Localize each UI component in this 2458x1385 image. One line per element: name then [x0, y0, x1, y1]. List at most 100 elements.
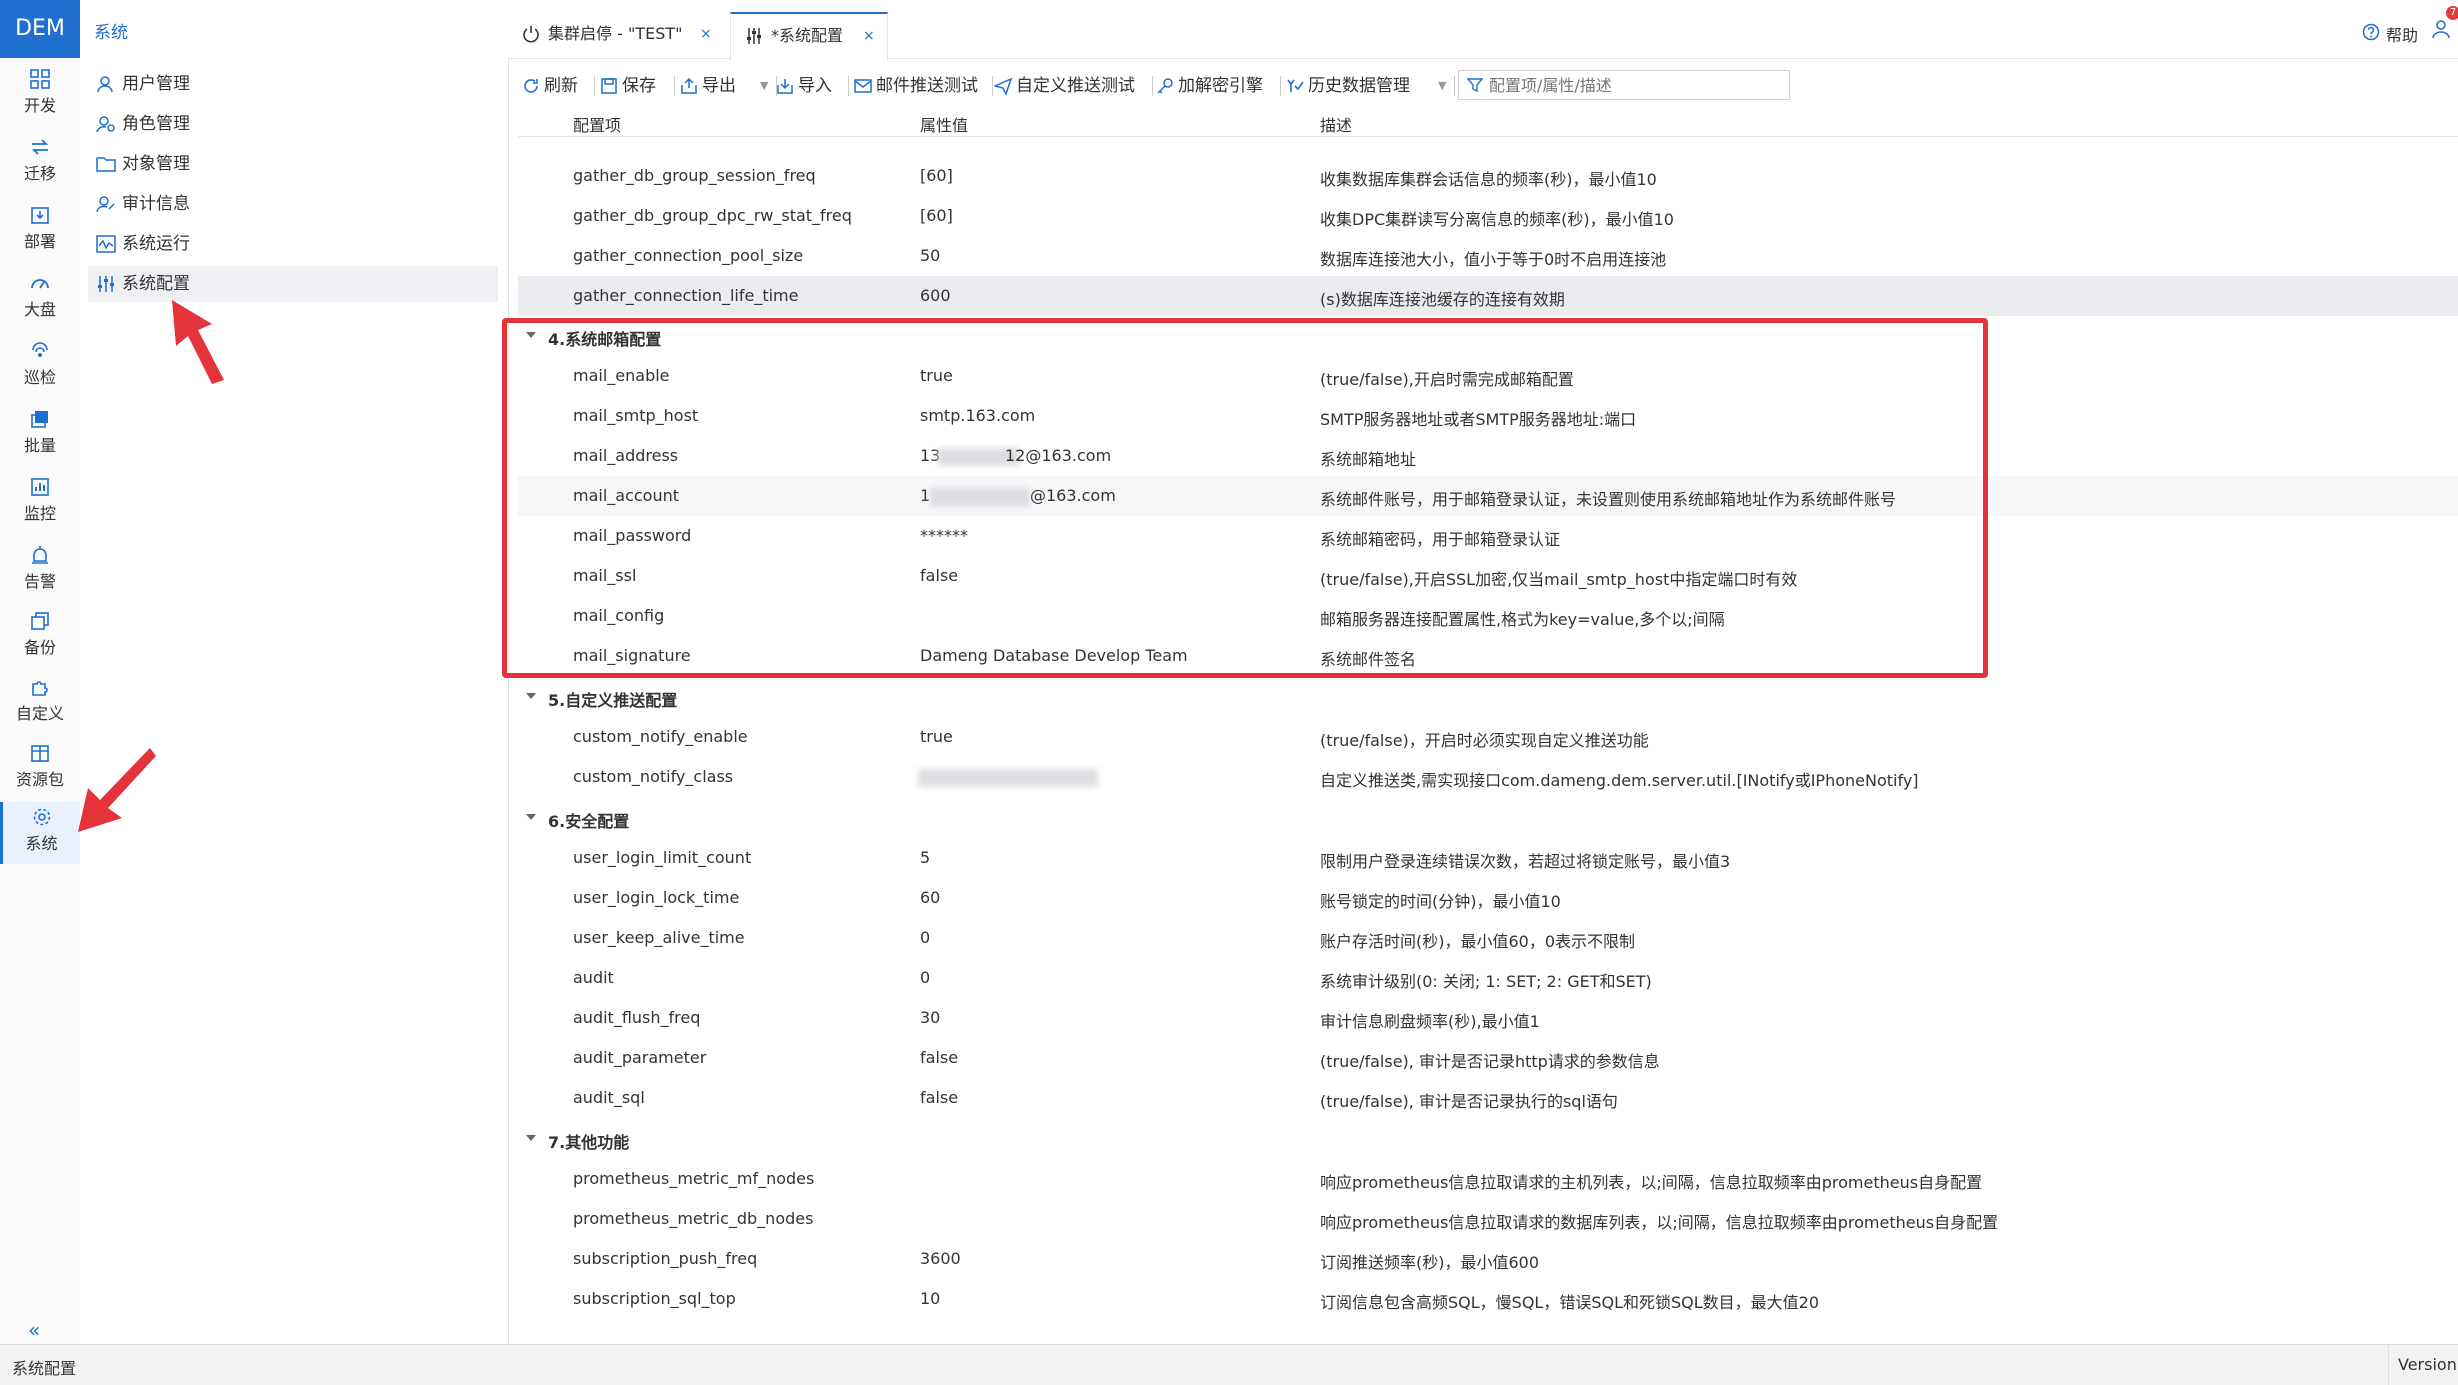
cell-value[interactable]: 50: [920, 246, 940, 265]
cell-value[interactable]: 0: [920, 928, 930, 947]
cell-description: SMTP服务器地址或者SMTP服务器地址:端口: [1320, 410, 1637, 429]
tab-cluster-start-stop[interactable]: 集群启停 - "TEST" ×: [508, 12, 728, 58]
group-header-mail[interactable]: 4.系统邮箱配置: [518, 316, 2458, 356]
cell-value[interactable]: false: [920, 566, 958, 585]
table-row[interactable]: audit_flush_freq 30 审计信息刷盘频率(秒),最小值1: [518, 998, 2458, 1038]
cell-value[interactable]: Dameng Database Develop Team: [920, 646, 1188, 665]
table-row[interactable]: gather_db_group_session_freq [60] 收集数据库集…: [518, 156, 2458, 196]
help-button[interactable]: 帮助: [2362, 22, 2422, 45]
table-row[interactable]: prometheus_metric_mf_nodes 响应prometheus信…: [518, 1159, 2458, 1199]
cell-value[interactable]: 10: [920, 1289, 940, 1308]
rail-item-monitor[interactable]: 监控: [0, 472, 80, 534]
table-row[interactable]: user_login_limit_count 5 限制用户登录连续错误次数，若超…: [518, 838, 2458, 878]
rail-item-inspect[interactable]: 巡检: [0, 336, 80, 398]
collapse-rail-button[interactable]: «: [28, 1318, 40, 1342]
rail-item-deploy[interactable]: 部署: [0, 200, 80, 262]
table-row[interactable]: audit_sql false (true/false), 审计是否记录执行的s…: [518, 1078, 2458, 1118]
tab-close-button[interactable]: ×: [700, 12, 712, 56]
rail-item-dev[interactable]: 开发: [0, 64, 80, 126]
cell-value[interactable]: false: [920, 1048, 958, 1067]
table-row[interactable]: mail_ssl false (true/false),开启SSL加密,仅当ma…: [518, 556, 2458, 596]
cell-key: user_keep_alive_time: [573, 928, 745, 947]
cell-value[interactable]: 600: [920, 286, 951, 305]
table-row[interactable]: mail_address 13 12@163.com 系统邮箱地址: [518, 436, 2458, 476]
group-header-security[interactable]: 6.安全配置: [518, 798, 2458, 838]
table-row[interactable]: mail_config 邮箱服务器连接配置属性,格式为key=value,多个以…: [518, 596, 2458, 636]
cell-description: 收集数据库集群会话信息的频率(秒)，最小值10: [1320, 170, 1657, 189]
table-row[interactable]: gather_connection_pool_size 50 数据库连接池大小，…: [518, 236, 2458, 276]
subnav-item-objects[interactable]: 对象管理: [88, 146, 498, 182]
subnav-item-label: 角色管理: [122, 114, 190, 134]
cell-value[interactable]: 0: [920, 968, 930, 987]
cell-value[interactable]: 5: [920, 848, 930, 867]
config-grid: gather_db_group_session_freq [60] 收集数据库集…: [518, 136, 2458, 1340]
table-row[interactable]: mail_account 1 @163.com 系统邮件账号，用于邮箱登录认证，…: [518, 476, 2458, 516]
rail-item-label: 系统: [25, 834, 58, 853]
subnav-item-runtime[interactable]: 系统运行: [88, 226, 498, 262]
rail-item-label: 批量: [23, 436, 56, 455]
rail-item-custom[interactable]: 自定义: [0, 672, 80, 734]
cell-key: mail_signature: [573, 646, 691, 665]
column-header-key[interactable]: 配置项: [573, 112, 621, 136]
column-header-value[interactable]: 属性值: [920, 112, 968, 136]
subnav-item-roles[interactable]: 角色管理: [88, 106, 498, 142]
table-row[interactable]: subscription_push_freq 3600 订阅推送频率(秒)，最小…: [518, 1239, 2458, 1279]
cell-value[interactable]: 60: [920, 888, 940, 907]
group-header-other[interactable]: 7.其他功能: [518, 1119, 2458, 1159]
subnav-item-users[interactable]: 用户管理: [88, 66, 498, 102]
table-row[interactable]: user_keep_alive_time 0 账户存活时间(秒)，最小值60，0…: [518, 918, 2458, 958]
cell-key: gather_db_group_dpc_rw_stat_freq: [573, 206, 852, 225]
table-row[interactable]: mail_smtp_host smtp.163.com SMTP服务器地址或者S…: [518, 396, 2458, 436]
section-header: 系统: [80, 0, 508, 59]
app-logo: DEM: [0, 0, 80, 58]
subnav-item-audit[interactable]: 审计信息: [88, 186, 498, 222]
rail-item-migrate[interactable]: 迁移: [0, 132, 80, 194]
cell-description: (true/false),开启时需完成邮箱配置: [1320, 370, 1574, 389]
cell-value[interactable]: false: [920, 1088, 958, 1107]
caret-down-icon: [526, 693, 536, 699]
table-row[interactable]: audit 0 系统审计级别(0: 关闭; 1: SET; 2: GET和SET…: [518, 958, 2458, 998]
table-row[interactable]: mail_enable true (true/false),开启时需完成邮箱配置: [518, 356, 2458, 396]
rail-item-system[interactable]: 系统: [0, 802, 80, 864]
table-row[interactable]: mail_password ****** 系统邮箱密码，用于邮箱登录认证: [518, 516, 2458, 556]
table-row[interactable]: audit_parameter false (true/false), 审计是否…: [518, 1038, 2458, 1078]
cell-description: 审计信息刷盘频率(秒),最小值1: [1320, 1012, 1540, 1031]
rail-item-backup[interactable]: 备份: [0, 606, 80, 668]
table-row[interactable]: custom_notify_class 自定义推送类,需实现接口com.dame…: [518, 757, 2458, 797]
filter-input[interactable]: [1487, 73, 1787, 97]
subnav-item-config[interactable]: 系统配置: [88, 266, 498, 302]
cell-value[interactable]: ******: [920, 526, 968, 545]
cell-key: audit_flush_freq: [573, 1008, 701, 1027]
table-row[interactable]: mail_signature Dameng Database Develop T…: [518, 636, 2458, 676]
group-header-custom-notify[interactable]: 5.自定义推送配置: [518, 677, 2458, 717]
cell-value[interactable]: [60]: [920, 166, 953, 185]
cell-value[interactable]: true: [920, 727, 953, 746]
cell-value[interactable]: 3600: [920, 1249, 961, 1268]
user-account-icon[interactable]: [2430, 18, 2452, 40]
cell-value[interactable]: smtp.163.com: [920, 406, 1035, 425]
cell-value-prefix[interactable]: 1: [920, 486, 930, 505]
cell-value[interactable]: 30: [920, 1008, 940, 1027]
export-button[interactable]: 导出 ▼: [680, 74, 768, 98]
rail-item-batch[interactable]: 批量: [0, 404, 80, 466]
table-row[interactable]: prometheus_metric_db_nodes 响应prometheus信…: [518, 1199, 2458, 1239]
cell-value[interactable]: true: [920, 366, 953, 385]
filter-search[interactable]: [1458, 70, 1790, 100]
send-icon: [994, 77, 1012, 95]
export-label: 导出: [702, 76, 736, 96]
table-row[interactable]: user_login_lock_time 60 账号锁定的时间(分钟)，最小值1…: [518, 878, 2458, 918]
tab-system-config[interactable]: *系统配置 ×: [730, 12, 888, 60]
column-header-description[interactable]: 描述: [1320, 112, 1352, 136]
status-bar: 系统配置 Version:: [0, 1344, 2458, 1385]
table-row[interactable]: gather_db_group_dpc_rw_stat_freq [60] 收集…: [518, 196, 2458, 236]
table-row[interactable]: gather_connection_life_time 600 (s)数据库连接…: [518, 276, 2458, 316]
tab-close-button[interactable]: ×: [863, 14, 875, 58]
cell-value[interactable]: [60]: [920, 206, 953, 225]
table-row[interactable]: subscription_sql_top 10 订阅信息包含高频SQL，慢SQL…: [518, 1279, 2458, 1319]
rail-item-package[interactable]: 资源包: [0, 738, 80, 800]
table-row[interactable]: custom_notify_enable true (true/false)，开…: [518, 717, 2458, 757]
rail-item-alarm[interactable]: 告警: [0, 540, 80, 602]
rail-item-dashboard[interactable]: 大盘: [0, 268, 80, 330]
history-data-button[interactable]: 历史数据管理 ▼: [1286, 74, 1446, 98]
cell-key: mail_address: [573, 446, 679, 465]
